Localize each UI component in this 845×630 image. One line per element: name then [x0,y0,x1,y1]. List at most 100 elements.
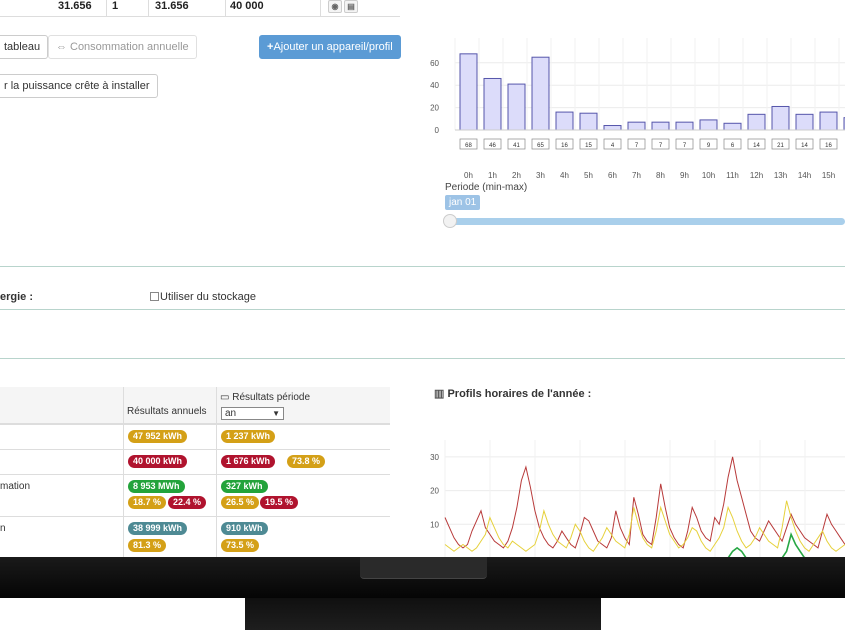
x-tick-label: 14h [798,171,811,180]
y-tick-label: 20 [430,104,439,113]
badge-period-consumption: 1 676 kWh [221,455,276,468]
x-tick-label: 1h [488,171,497,180]
table-row-top: 31.656 1 31.656 40 000 ◉ ▤ [0,0,400,17]
value-label: 21 [777,143,784,149]
badge-annual-injection: 38 999 kWh [128,522,188,535]
badge-period-consumption-pct: 73.8 % [287,455,326,468]
section-divider [0,309,845,310]
x-tick-label: 3h [536,171,545,180]
badge-annual-self-pct-1: 18.7 % [128,496,167,509]
x-tick-label: 5h [584,171,593,180]
series-line-1 [444,500,845,553]
value-label: 41 [513,143,520,149]
bar [675,121,694,131]
period-label: Periode (min-max) [445,182,528,193]
row-label-injection: n [0,523,6,534]
x-tick-label: 4h [560,171,569,180]
period-results-label: Résultats période [232,392,311,403]
monitor-stand [245,598,601,630]
value-label: 14 [801,143,808,149]
bar [627,121,646,131]
annual-results-header: Résultats annuels [127,406,207,417]
bar [579,112,598,131]
x-tick-label: 11h [726,171,739,180]
line-chart-title: ▥ Profils horaires de l'année : [434,387,591,400]
monitor-notch [360,557,487,579]
bar [531,56,550,131]
x-tick-label: 13h [774,171,787,180]
value-label: 14 [753,143,760,149]
peak-power-label: r la puissance crête à installer [4,80,150,92]
bar [483,77,502,131]
cell-value-4: 40 000 [230,0,264,12]
badge-period-injection-pct: 73.5 % [221,539,260,552]
annual-consumption-label: Consommation annuelle [70,41,189,53]
badge-annual-injection-pct: 81.3 % [128,539,167,552]
bar [819,111,838,131]
bar [603,125,622,131]
x-tick-label: 7h [632,171,641,180]
add-device-label: Ajouter un appareil/profil [273,41,393,53]
value-label: 68 [465,143,472,149]
period-slider-handle[interactable] [443,214,457,228]
value-label: 16 [825,143,832,149]
energy-label: ergie : [0,291,34,303]
y-tick-label: 30 [430,453,439,462]
add-device-button[interactable]: +Ajouter un appareil/profil [259,35,401,59]
x-tick-label: 6h [608,171,617,180]
document-icon[interactable]: ▤ [344,0,358,13]
bar [699,119,718,131]
series-line-0 [444,456,845,549]
badge-annual-self-pct-2: 22.4 % [168,496,207,509]
y-tick-label: 60 [430,59,439,68]
line-chart-title-text: Profils horaires de l'année : [447,388,592,400]
bar [459,53,478,131]
bar [771,105,790,131]
badge-period-self-pct-2: 19.5 % [260,496,299,509]
value-label: 16 [561,143,568,149]
x-tick-label: 15h [822,171,835,180]
calendar-icon: ▭ [220,392,233,403]
table-button-label: tableau [4,41,41,53]
section-divider [0,266,845,267]
badge-annual-production: 47 952 kWh [128,430,188,443]
storage-option[interactable]: Utiliser du stockage [150,291,256,303]
period-slider[interactable] [449,218,845,225]
badge-period-production: 1 237 kWh [221,430,276,443]
value-label: 46 [489,143,496,149]
storage-checkbox-label: Utiliser du stockage [160,291,256,303]
filter-icon: ⇔ [56,41,67,53]
cell-value-2: 1 [112,0,119,12]
bar [507,83,526,131]
badge-annual-self-consumption: 8 953 MWh [128,480,185,493]
badge-period-injection: 910 kWh [221,522,268,535]
bar [747,113,766,131]
eye-icon[interactable]: ◉ [328,0,342,13]
x-tick-label: 0h [464,171,473,180]
y-tick-label: 20 [430,487,439,496]
period-select-value: an [225,408,237,419]
y-tick-label: 40 [430,81,439,90]
row-label-self-consumption: mation [0,481,31,492]
cell-value-3: 31.656 [155,0,189,12]
peak-power-button[interactable]: r la puissance crête à installer [0,74,158,98]
period-results-header: ▭ Résultats période [220,392,310,403]
badge-period-self-pct-1: 26.5 % [221,496,260,509]
hourly-bar-chart: 020406068 46 41 65 16 15 4 7 7 7 9 6 14 21 14 160h 1h 2h 3… [430,38,845,180]
y-tick-label: 0 [435,126,440,135]
table-button[interactable]: tableau [0,35,49,59]
value-label: 15 [585,143,592,149]
hourly-profiles-line-chart: 10 20 30 [430,440,845,558]
section-divider [0,358,845,359]
period-select[interactable]: an ▼ [221,407,284,420]
bar [555,111,574,131]
storage-checkbox[interactable] [150,292,159,301]
chevron-down-icon: ▼ [272,409,280,418]
cell-value-1: 31.656 [58,0,92,12]
bar [795,113,814,131]
period-value: jan 01 [445,195,481,210]
x-tick-label: 10h [702,171,715,180]
badge-annual-consumption: 40 000 kWh [128,455,188,468]
chart-icon: ▥ [434,388,448,400]
annual-consumption-button[interactable]: ⇔ Consommation annuelle [48,35,197,59]
